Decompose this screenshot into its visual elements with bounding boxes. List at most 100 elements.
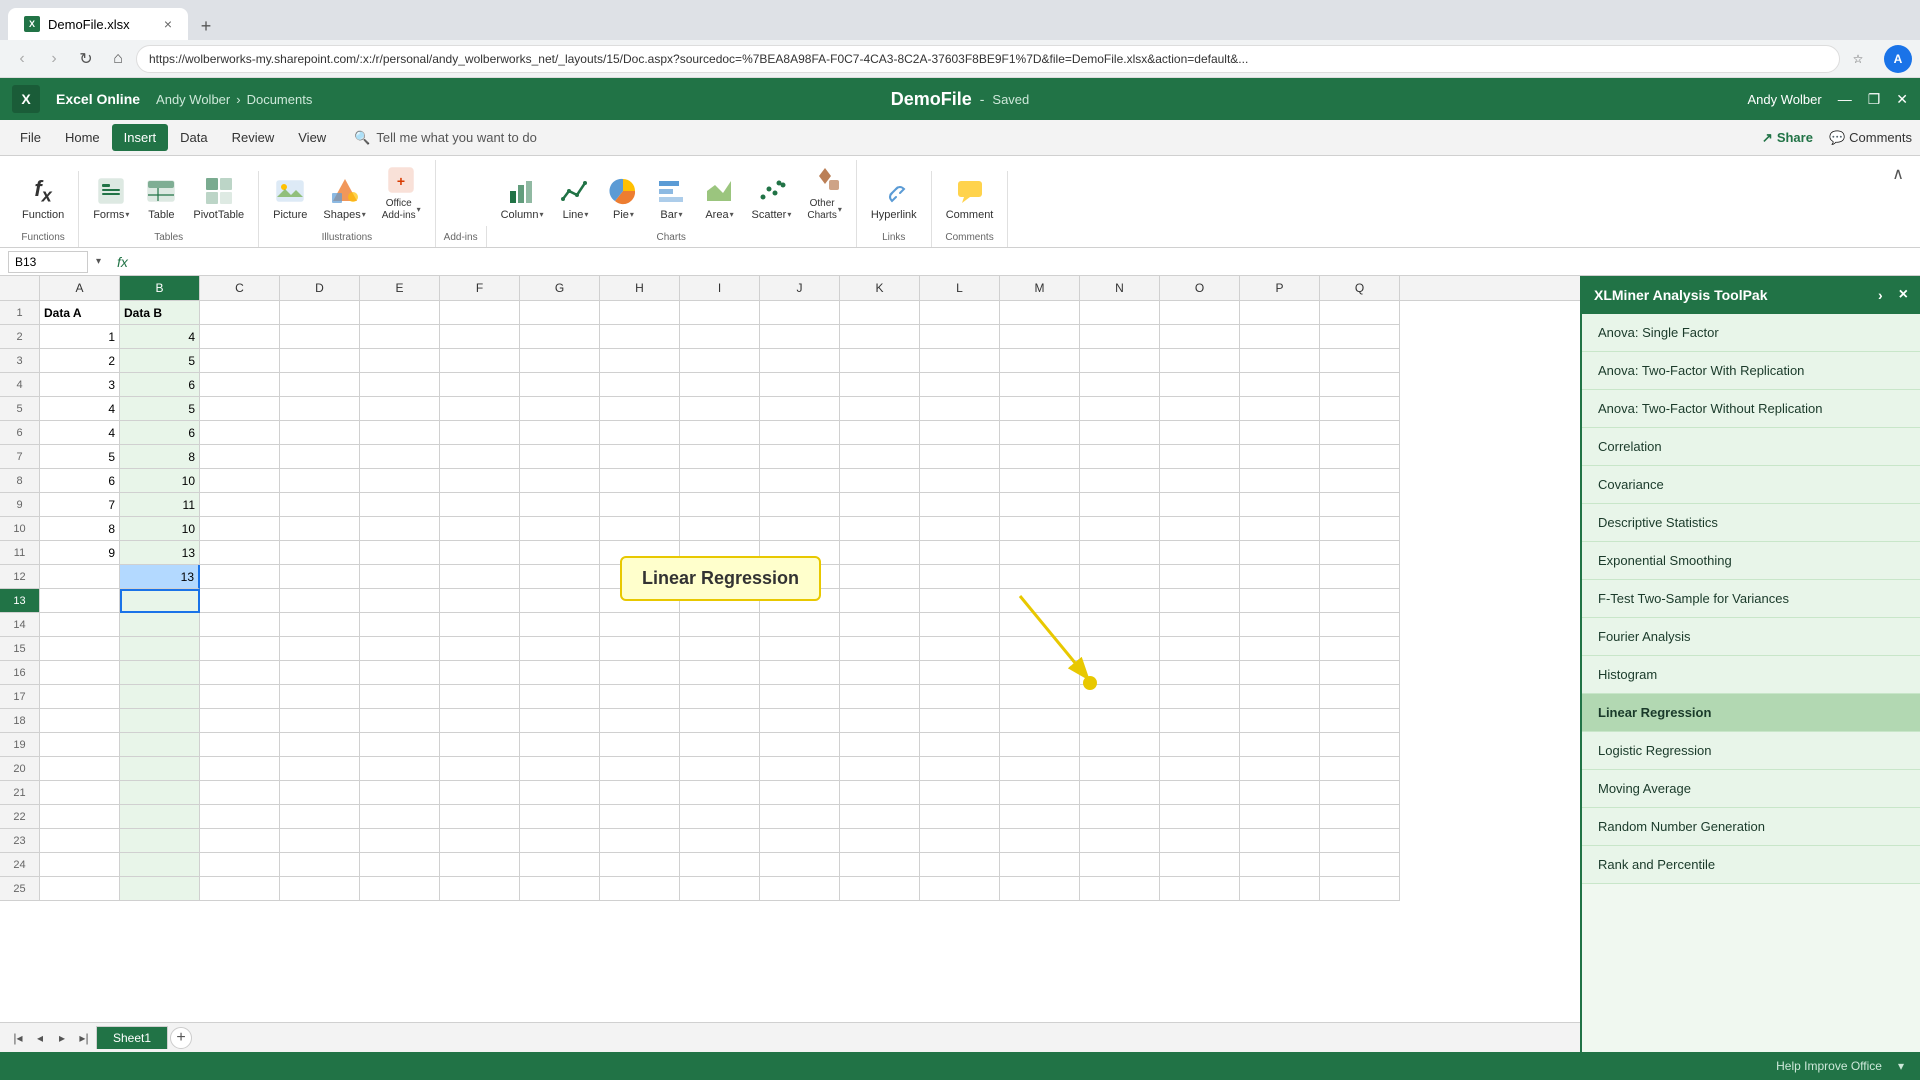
cell-c12[interactable] [200, 565, 280, 589]
cell-f10[interactable] [440, 517, 520, 541]
area-chart-button[interactable]: Area▾ [697, 171, 741, 226]
cell-l13[interactable] [920, 589, 1000, 613]
cell-g7[interactable] [520, 445, 600, 469]
cell-i7[interactable] [680, 445, 760, 469]
cell-c1[interactable] [200, 301, 280, 325]
cell-a5[interactable]: 4 [40, 397, 120, 421]
cell-e11[interactable] [360, 541, 440, 565]
col-header-a[interactable]: A [40, 276, 120, 300]
sheet-prev-button[interactable]: ◂ [30, 1028, 50, 1048]
other-charts-button[interactable]: OtherCharts▾ [801, 160, 847, 226]
cell-a3[interactable]: 2 [40, 349, 120, 373]
panel-item-logistic-regression[interactable]: Logistic Regression [1582, 732, 1920, 770]
cell-k9[interactable] [840, 493, 920, 517]
cell-d13[interactable] [280, 589, 360, 613]
panel-item-rank-percentile[interactable]: Rank and Percentile [1582, 846, 1920, 884]
cell-m8[interactable] [1000, 469, 1080, 493]
cell-q9[interactable] [1320, 493, 1400, 517]
sheet-first-button[interactable]: |◂ [8, 1028, 28, 1048]
cell-b5[interactable]: 5 [120, 397, 200, 421]
cell-f1[interactable] [440, 301, 520, 325]
cell-j8[interactable] [760, 469, 840, 493]
cell-j9[interactable] [760, 493, 840, 517]
cell-k5[interactable] [840, 397, 920, 421]
status-scroll-down[interactable]: ▾ [1898, 1059, 1904, 1073]
cell-a11[interactable]: 9 [40, 541, 120, 565]
cell-n7[interactable] [1080, 445, 1160, 469]
cell-h8[interactable] [600, 469, 680, 493]
menu-item-review[interactable]: Review [220, 124, 287, 151]
cell-q3[interactable] [1320, 349, 1400, 373]
cell-o13[interactable] [1160, 589, 1240, 613]
name-box-dropdown[interactable]: ▾ [96, 256, 101, 267]
cell-q6[interactable] [1320, 421, 1400, 445]
share-button[interactable]: ↗ Share [1762, 130, 1813, 146]
line-chart-button[interactable]: Line▾ [553, 171, 597, 226]
sheet-next-button[interactable]: ▸ [52, 1028, 72, 1048]
name-box[interactable]: B13 [8, 251, 88, 273]
panel-item-random-number[interactable]: Random Number Generation [1582, 808, 1920, 846]
cell-q1[interactable] [1320, 301, 1400, 325]
shapes-button[interactable]: Shapes▾ [317, 171, 371, 226]
cell-e10[interactable] [360, 517, 440, 541]
forms-button[interactable]: Forms▾ [87, 171, 135, 226]
cell-l11[interactable] [920, 541, 1000, 565]
cell-o8[interactable] [1160, 469, 1240, 493]
cell-k8[interactable] [840, 469, 920, 493]
cell-n4[interactable] [1080, 373, 1160, 397]
cell-k2[interactable] [840, 325, 920, 349]
minimize-button[interactable]: — [1838, 91, 1852, 107]
cell-d2[interactable] [280, 325, 360, 349]
collapse-ribbon-button[interactable]: ∧ [1884, 160, 1912, 188]
cell-b2[interactable]: 4 [120, 325, 200, 349]
cell-p5[interactable] [1240, 397, 1320, 421]
col-header-h[interactable]: H [600, 276, 680, 300]
refresh-button[interactable]: ↻ [72, 45, 100, 73]
cell-c13[interactable] [200, 589, 280, 613]
table-button[interactable]: Table [139, 171, 183, 226]
cell-g13[interactable] [520, 589, 600, 613]
cell-j10[interactable] [760, 517, 840, 541]
col-header-p[interactable]: P [1240, 276, 1320, 300]
active-tab[interactable]: X DemoFile.xlsx × [8, 8, 188, 40]
cell-p9[interactable] [1240, 493, 1320, 517]
panel-item-fourier[interactable]: Fourier Analysis [1582, 618, 1920, 656]
close-tab-icon[interactable]: × [164, 16, 172, 32]
menu-item-insert[interactable]: Insert [112, 124, 169, 151]
help-improve-button[interactable]: Help Improve Office [1776, 1059, 1882, 1073]
cell-m4[interactable] [1000, 373, 1080, 397]
cell-i8[interactable] [680, 469, 760, 493]
cell-e8[interactable] [360, 469, 440, 493]
cell-g8[interactable] [520, 469, 600, 493]
cell-c5[interactable] [200, 397, 280, 421]
cell-e1[interactable] [360, 301, 440, 325]
cell-o7[interactable] [1160, 445, 1240, 469]
cell-e7[interactable] [360, 445, 440, 469]
col-header-d[interactable]: D [280, 276, 360, 300]
cell-l12[interactable] [920, 565, 1000, 589]
cell-l3[interactable] [920, 349, 1000, 373]
panel-item-moving-average[interactable]: Moving Average [1582, 770, 1920, 808]
home-button[interactable]: ⌂ [104, 45, 132, 73]
cell-q11[interactable] [1320, 541, 1400, 565]
panel-item-exponential-smoothing[interactable]: Exponential Smoothing [1582, 542, 1920, 580]
col-header-f[interactable]: F [440, 276, 520, 300]
cell-b4[interactable]: 6 [120, 373, 200, 397]
cell-b1[interactable]: Data B [120, 301, 200, 325]
cell-g1[interactable] [520, 301, 600, 325]
cell-p12[interactable] [1240, 565, 1320, 589]
office-addins-button[interactable]: + OfficeAdd-ins▾ [376, 160, 427, 226]
function-button[interactable]: fx Function [16, 171, 70, 226]
cell-k11[interactable] [840, 541, 920, 565]
breadcrumb-folder[interactable]: Documents [247, 92, 313, 107]
menu-item-home[interactable]: Home [53, 124, 112, 151]
cell-b3[interactable]: 5 [120, 349, 200, 373]
col-header-m[interactable]: M [1000, 276, 1080, 300]
cell-h5[interactable] [600, 397, 680, 421]
cell-b12[interactable]: 13 [120, 565, 200, 589]
cell-k10[interactable] [840, 517, 920, 541]
cell-e6[interactable] [360, 421, 440, 445]
address-bar[interactable]: https://wolberworks-my.sharepoint.com/:x… [136, 45, 1840, 73]
cell-i4[interactable] [680, 373, 760, 397]
menu-item-file[interactable]: File [8, 124, 53, 151]
